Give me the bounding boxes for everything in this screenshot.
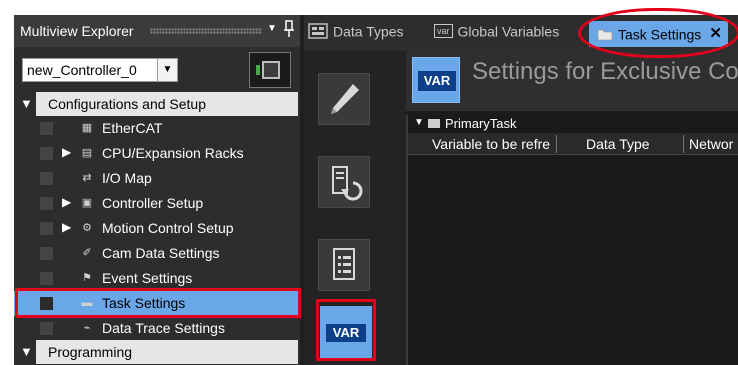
tree-item-controller-setup[interactable]: ▶ ▣ Controller Setup: [14, 191, 300, 216]
page-title: Settings for Exclusive Co: [472, 58, 738, 85]
tree-item-ethercat[interactable]: ▦ EtherCAT: [14, 116, 300, 141]
var-icon: VAR: [412, 57, 460, 103]
tree-item-label: Controller Setup: [102, 195, 204, 211]
tree-item-cpu-expansion-racks[interactable]: ▶ ▤ CPU/Expansion Racks: [14, 141, 300, 166]
cam-icon: ✐: [82, 247, 92, 259]
rack-icon: ▤: [81, 147, 93, 159]
column-header-variable[interactable]: Variable to be refre: [432, 136, 556, 152]
chevron-down-icon[interactable]: ▼: [267, 23, 277, 34]
tree-item-label: CPU/Expansion Racks: [102, 145, 244, 161]
controller-select[interactable]: new_Controller_0 ▼: [22, 58, 178, 82]
controller-select-value: new_Controller_0: [27, 62, 137, 78]
tab-label: Global Variables: [457, 23, 560, 40]
section-label: Configurations and Setup: [48, 96, 206, 112]
var-badge-text: VAR: [418, 71, 456, 91]
list-tool-button[interactable]: [318, 239, 370, 291]
status-box: [40, 322, 53, 335]
chevron-down-icon[interactable]: ▼: [157, 59, 177, 81]
edit-tool-button[interactable]: [318, 73, 370, 125]
drag-grip[interactable]: [150, 28, 262, 34]
section-programming[interactable]: Programming: [36, 340, 298, 364]
collapse-icon[interactable]: ▼: [414, 117, 424, 128]
task-group-header[interactable]: ▼ PrimaryTask: [408, 115, 738, 133]
status-box: [40, 122, 53, 135]
column-divider[interactable]: [556, 135, 557, 153]
ethercat-icon: ▦: [81, 122, 93, 134]
status-box: [40, 172, 53, 185]
tree-item-io-map[interactable]: ⇄ I/O Map: [14, 166, 300, 191]
refresh-document-icon: [332, 166, 363, 201]
task-table: ▼ PrimaryTask Variable to be refre Data …: [406, 115, 738, 365]
status-box: [40, 222, 53, 235]
var-icon: var: [434, 24, 453, 39]
column-header-data-type[interactable]: Data Type: [586, 136, 682, 152]
status-box: [40, 247, 53, 260]
data-types-icon: [308, 23, 328, 39]
settings-header: VAR Settings for Exclusive Co: [406, 51, 738, 111]
status-box: [40, 272, 53, 285]
explorer-title: Multiview Explorer: [20, 23, 134, 39]
collapse-icon[interactable]: ▼: [20, 344, 33, 359]
column-headers: Variable to be refre Data Type Networ: [408, 133, 738, 155]
tree-item-label: Motion Control Setup: [102, 220, 234, 236]
tree-item-label: Cam Data Settings: [102, 245, 220, 261]
controller-setup-icon: ▣: [81, 197, 93, 209]
tab-label: Data Types: [333, 23, 404, 40]
gear-icon: ⚙: [82, 222, 92, 234]
status-box: [40, 197, 53, 210]
section-configurations-and-setup[interactable]: Configurations and Setup: [36, 92, 298, 116]
tree-item-label: EtherCAT: [102, 120, 163, 136]
trace-icon: ⌁: [83, 322, 91, 334]
tree-item-label: Event Settings: [102, 270, 193, 286]
highlight-task-settings-item: [15, 288, 301, 318]
tree-item-data-trace-settings[interactable]: ⌁ Data Trace Settings: [14, 316, 300, 341]
task-name: PrimaryTask: [445, 116, 517, 131]
flag-icon: ⚑: [82, 272, 92, 284]
expand-icon[interactable]: ▶: [62, 195, 71, 209]
explorer-title-bar: Multiview Explorer ▼: [14, 15, 300, 47]
pin-icon[interactable]: [284, 20, 294, 38]
reload-tool-button[interactable]: [318, 156, 370, 208]
expand-icon[interactable]: ▶: [62, 220, 71, 234]
tree-item-cam-data-settings[interactable]: ✐ Cam Data Settings: [14, 241, 300, 266]
tree-item-motion-control-setup[interactable]: ▶ ⚙ Motion Control Setup: [14, 216, 300, 241]
column-header-network[interactable]: Networ: [689, 136, 738, 152]
collapse-icon[interactable]: ▼: [20, 96, 33, 111]
io-map-icon: ⇄: [82, 172, 92, 184]
task-settings-editor: VAR Settings for Exclusive Co ▼ PrimaryT…: [406, 51, 738, 365]
highlight-variables-button: [316, 299, 376, 361]
controller-icon[interactable]: [249, 52, 291, 88]
tab-global-variables[interactable]: var Global Variables: [434, 22, 559, 46]
folder-icon: [428, 119, 440, 128]
column-divider[interactable]: [683, 135, 684, 153]
status-led: [256, 65, 260, 75]
tree-item-label: Data Trace Settings: [102, 320, 225, 336]
tab-data-types[interactable]: Data Types: [308, 22, 404, 46]
section-label: Programming: [48, 344, 133, 360]
document-list-icon: [333, 248, 355, 280]
controller-chip: [262, 61, 280, 79]
tree-item-label: I/O Map: [102, 170, 152, 186]
status-box: [40, 147, 53, 160]
pencil-icon: [331, 84, 359, 114]
highlight-task-settings-tab: [578, 8, 738, 58]
expand-icon[interactable]: ▶: [62, 145, 71, 159]
